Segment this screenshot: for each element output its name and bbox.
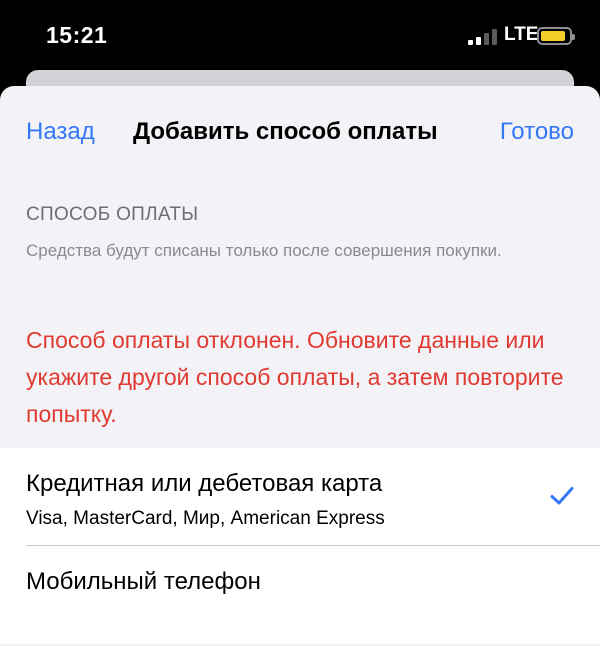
payment-sheet: Назад Добавить способ оплаты Готово СПОС… (0, 86, 600, 646)
section-note: Средства будут списаны только после сове… (26, 241, 502, 260)
status-bar: 15:21 LTE (0, 0, 600, 70)
network-type: LTE (504, 24, 539, 45)
done-button[interactable]: Готово (500, 118, 574, 146)
navigation-bar: Назад Добавить способ оплаты Готово (0, 86, 600, 178)
payment-option-subtitle: Visa, MasterCard, Мир, American Express (26, 508, 385, 529)
payment-option-mobile[interactable]: Мобильный телефон (0, 546, 600, 644)
cellular-signal-icon (468, 28, 498, 45)
section-header: СПОСОБ ОПЛАТЫ (26, 204, 199, 225)
checkmark-icon (550, 487, 574, 505)
payment-option-title: Мобильный телефон (26, 568, 261, 595)
battery-icon (537, 27, 575, 45)
payment-option-title: Кредитная или дебетовая карта (26, 470, 383, 497)
back-button[interactable]: Назад (26, 118, 95, 146)
payment-options-list: Кредитная или дебетовая карта Visa, Mast… (0, 448, 600, 644)
payment-option-card[interactable]: Кредитная или дебетовая карта Visa, Mast… (0, 448, 600, 546)
status-time: 15:21 (46, 22, 108, 48)
page-title: Добавить способ оплаты (133, 118, 438, 145)
error-message: Способ оплаты отклонен. Обновите данные … (26, 327, 564, 427)
